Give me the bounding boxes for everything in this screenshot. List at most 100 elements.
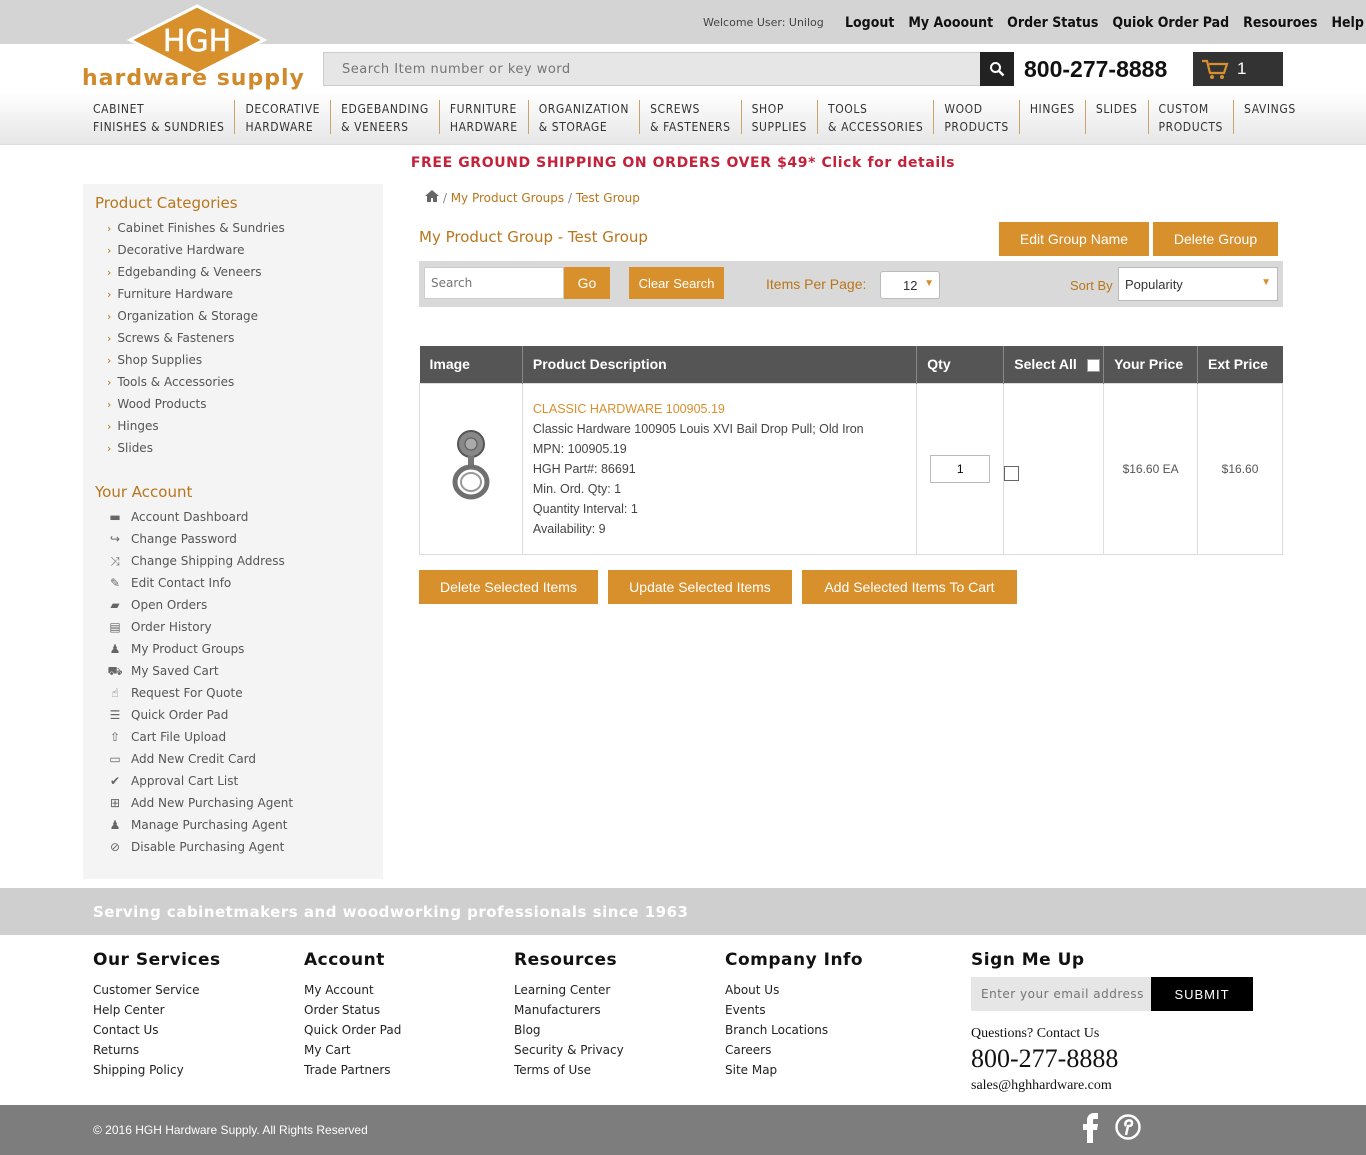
go-button[interactable]: Go: [564, 267, 610, 299]
quick-order-pad-link[interactable]: Quiok Order Pad: [1112, 15, 1229, 31]
account-item[interactable]: ☰ Quick Order Pad: [107, 704, 383, 726]
clear-search-button[interactable]: Clear Search: [629, 267, 724, 299]
footer-link[interactable]: Help Center: [93, 1000, 221, 1020]
footer-phone[interactable]: 800-277-8888: [971, 1044, 1118, 1074]
resources-link[interactable]: Resouroes: [1243, 15, 1317, 31]
nav-item[interactable]: FURNITURE HARDWARE: [440, 100, 529, 134]
nav-item-line2: HARDWARE: [245, 120, 314, 134]
facebook-icon[interactable]: [1082, 1113, 1100, 1143]
site-search-input[interactable]: [324, 53, 980, 85]
items-per-page-select[interactable]: 12 ▼: [880, 271, 940, 299]
nav-item-line1: SLIDES: [1095, 102, 1138, 116]
nav-item[interactable]: CUSTOM PRODUCTS: [1149, 100, 1235, 134]
footer-link[interactable]: Site Map: [725, 1060, 863, 1080]
group-search-input[interactable]: [424, 267, 564, 299]
category-item[interactable]: › Wood Products: [107, 393, 383, 415]
footer-link[interactable]: My Cart: [304, 1040, 401, 1060]
promo-banner[interactable]: FREE GROUND SHIPPING ON ORDERS OVER $49*…: [0, 155, 1366, 171]
footer-link[interactable]: Contact Us: [93, 1020, 221, 1040]
footer-link[interactable]: Shipping Policy: [93, 1060, 221, 1080]
nav-item[interactable]: ORGANIZATION & STORAGE: [529, 100, 641, 134]
add-selected-to-cart-button[interactable]: Add Selected Items To Cart: [802, 570, 1017, 604]
cart-button[interactable]: 1: [1193, 52, 1283, 86]
footer-link[interactable]: Careers: [725, 1040, 863, 1060]
home-icon[interactable]: [425, 190, 443, 205]
header-phone[interactable]: 800-277-8888: [1024, 56, 1167, 83]
account-item[interactable]: ⇧ Cart File Upload: [107, 726, 383, 748]
account-item[interactable]: ✔ Approval Cart List: [107, 770, 383, 792]
footer-link[interactable]: Order Status: [304, 1000, 401, 1020]
product-image[interactable]: [449, 428, 493, 504]
submit-button[interactable]: SUBMIT: [1151, 977, 1253, 1011]
account-item[interactable]: ♟ Manage Purchasing Agent: [107, 814, 383, 836]
nav-item[interactable]: SCREWS & FASTENERS: [640, 100, 742, 134]
category-item[interactable]: › Screws & Fasteners: [107, 327, 383, 349]
product-title-link[interactable]: CLASSIC HARDWARE 100905.19: [533, 399, 916, 419]
account-item[interactable]: ▭ Add New Credit Card: [107, 748, 383, 770]
footer-link[interactable]: Customer Service: [93, 980, 221, 1000]
nav-item[interactable]: WOOD PRODUCTS: [934, 100, 1020, 134]
footer-link[interactable]: Trade Partners: [304, 1060, 401, 1080]
category-item[interactable]: › Tools & Accessories: [107, 371, 383, 393]
footer-email[interactable]: sales@hghhardware.com: [971, 1078, 1112, 1094]
footer-link[interactable]: Manufacturers: [514, 1000, 624, 1020]
account-item[interactable]: ▬ Account Dashboard: [107, 506, 383, 528]
edit-group-name-button[interactable]: Edit Group Name: [999, 222, 1149, 256]
account-item[interactable]: ⛟ My Saved Cart: [107, 660, 383, 682]
category-label: Wood Products: [117, 397, 207, 411]
category-item[interactable]: › Edgebanding & Veneers: [107, 261, 383, 283]
account-item-label: Account Dashboard: [131, 510, 249, 524]
footer-link[interactable]: Branch Locations: [725, 1020, 863, 1040]
newsletter-email-input[interactable]: [971, 977, 1151, 1011]
category-item[interactable]: › Organization & Storage: [107, 305, 383, 327]
nav-item[interactable]: TOOLS & ACCESSORIES: [818, 100, 935, 134]
nav-item[interactable]: SAVINGS: [1234, 100, 1306, 134]
account-item[interactable]: ☝ Request For Quote: [107, 682, 383, 704]
footer-link[interactable]: Quick Order Pad: [304, 1020, 401, 1040]
delete-group-button[interactable]: Delete Group: [1153, 222, 1278, 256]
order-status-link[interactable]: Order Status: [1007, 15, 1098, 31]
account-item[interactable]: ⤨ Change Shipping Address: [107, 550, 383, 572]
qty-input[interactable]: [930, 454, 991, 483]
footer-link[interactable]: Returns: [93, 1040, 221, 1060]
pinterest-icon[interactable]: [1115, 1114, 1141, 1140]
select-all-checkbox[interactable]: [1086, 359, 1100, 373]
row-select-checkbox[interactable]: [1004, 465, 1020, 481]
category-item[interactable]: › Cabinet Finishes & Sundries: [107, 217, 383, 239]
breadcrumb-product-groups[interactable]: My Product Groups: [451, 191, 564, 205]
category-item[interactable]: › Shop Supplies: [107, 349, 383, 371]
logout-link[interactable]: Logout: [845, 15, 894, 31]
sort-by-select[interactable]: Popularity ▼: [1118, 267, 1278, 301]
help-link[interactable]: Help: [1331, 15, 1363, 31]
footer-link[interactable]: About Us: [725, 980, 863, 1000]
account-item[interactable]: ▰ Open Orders: [107, 594, 383, 616]
account-item[interactable]: ✎ Edit Contact Info: [107, 572, 383, 594]
nav-item[interactable]: SLIDES: [1086, 100, 1149, 134]
update-selected-button[interactable]: Update Selected Items: [608, 570, 792, 604]
account-item[interactable]: ⊞ Add New Purchasing Agent: [107, 792, 383, 814]
nav-item[interactable]: HINGES: [1020, 100, 1086, 134]
footer-link[interactable]: My Account: [304, 980, 401, 1000]
breadcrumb-test-group[interactable]: Test Group: [576, 191, 640, 205]
category-item[interactable]: › Furniture Hardware: [107, 283, 383, 305]
footer-link[interactable]: Learning Center: [514, 980, 624, 1000]
my-account-link[interactable]: My Aooount: [908, 15, 993, 31]
nav-item[interactable]: SHOP SUPPLIES: [742, 100, 819, 134]
search-button[interactable]: [980, 52, 1014, 86]
category-item[interactable]: › Hinges: [107, 415, 383, 437]
footer-link[interactable]: Events: [725, 1000, 863, 1020]
nav-item[interactable]: CABINET FINISHES & SUNDRIES: [83, 100, 236, 134]
account-item[interactable]: ↪ Change Password: [107, 528, 383, 550]
footer-link[interactable]: Blog: [514, 1020, 624, 1040]
category-item[interactable]: › Slides: [107, 437, 383, 459]
nav-item[interactable]: EDGEBANDING & VENEERS: [331, 100, 440, 134]
category-item[interactable]: › Decorative Hardware: [107, 239, 383, 261]
nav-item[interactable]: DECORATIVE HARDWARE: [235, 100, 332, 134]
col-select-all[interactable]: Select All: [1003, 346, 1105, 383]
account-item[interactable]: ⊘ Disable Purchasing Agent: [107, 836, 383, 858]
account-item[interactable]: ♟ My Product Groups: [107, 638, 383, 660]
account-item[interactable]: ▤ Order History: [107, 616, 383, 638]
footer-link[interactable]: Security & Privacy: [514, 1040, 624, 1060]
footer-link[interactable]: Terms of Use: [514, 1060, 624, 1080]
delete-selected-button[interactable]: Delete Selected Items: [419, 570, 598, 604]
